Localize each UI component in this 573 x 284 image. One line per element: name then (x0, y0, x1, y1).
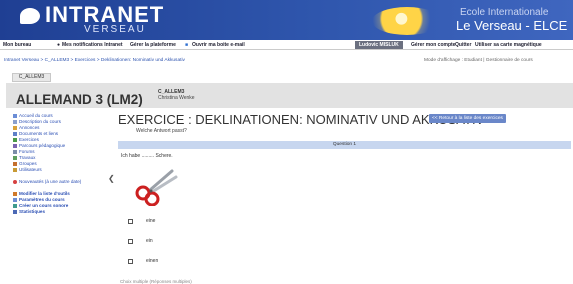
sidebar-item-label: Nouveautés (à une autre date) (19, 179, 82, 184)
exercise-description: Welche Antwort passt? (136, 128, 187, 134)
users-icon (13, 167, 17, 172)
sidebar-item-label: Statistiques (19, 209, 46, 214)
home-icon (13, 113, 17, 118)
sidebar-item-label: Documents et liens (19, 131, 59, 136)
menu-manage-account[interactable]: Gérer mon compte (411, 40, 455, 50)
breadcrumb[interactable]: Intranet Verseau > C_ALLEM3 > Exercices … (4, 58, 185, 64)
course-teacher: Christina Wenke (158, 95, 195, 101)
announcement-icon (13, 125, 17, 130)
site-header: INTRANET VERSEAU Ecole Internationale Le… (0, 0, 573, 40)
sidebar-item-label: Parcours pédagogique (19, 143, 66, 148)
sidebar-item-label: Groupes (19, 161, 37, 166)
sidebar-item-learning-path[interactable]: Parcours pédagogique (13, 143, 65, 148)
logo-drop-icon (20, 8, 40, 24)
sidebar-item-course-settings[interactable]: Paramètres du cours (13, 197, 65, 202)
menu-notifications[interactable]: Mes notifications Intranet (62, 40, 123, 50)
sidebar-item-announcements[interactable]: Annonces (13, 125, 39, 130)
school-name-line2: Le Verseau - ELCE (456, 18, 568, 33)
sidebar-item-forums[interactable]: Forums (13, 149, 35, 154)
sidebar-item-label: Accueil du cours (19, 113, 53, 118)
sidebar-item-label: Annonces (19, 125, 40, 130)
answer-option-label: ein (146, 238, 153, 244)
sidebar-item-work[interactable]: Travaux (13, 155, 35, 160)
documents-icon (13, 131, 17, 136)
sidebar-item-label: Exercices (19, 137, 39, 142)
star-icon (13, 179, 17, 184)
settings-icon (13, 197, 17, 202)
sidebar-item-label: Description du cours (19, 119, 61, 124)
sidebar-item-statistics[interactable]: Statistiques (13, 209, 45, 214)
brand-name[interactable]: INTRANET (45, 4, 164, 26)
forum-icon (13, 149, 17, 154)
sidebar-item-edit-tools[interactable]: Modifier la liste d'outils (13, 191, 70, 196)
answer-checkbox[interactable] (128, 239, 133, 244)
answer-checkbox[interactable] (128, 259, 133, 264)
answer-checkbox[interactable] (128, 219, 133, 224)
notification-bell-icon: ● (57, 42, 61, 48)
brand-subtitle: VERSEAU (84, 24, 146, 35)
tab-course[interactable]: C_ALLEM3 (12, 73, 51, 82)
stats-icon (13, 209, 17, 214)
school-name-line1: Ecole Internationale (460, 7, 549, 18)
answer-option-label: einen (146, 258, 159, 264)
sidebar-item-exercises[interactable]: Exercices (13, 137, 39, 142)
sidebar-item-groups[interactable]: Groupes (13, 161, 37, 166)
sidebar-item-label: Utilisateurs (19, 167, 42, 172)
edit-icon (13, 191, 17, 196)
sidebar-item-label: Modifier la liste d'outils (19, 191, 70, 196)
sidebar-item-description[interactable]: Description du cours (13, 119, 61, 124)
sidebar-item-label: Forums (19, 149, 35, 154)
question-prompt: Ich habe ......... Schere. (121, 153, 173, 159)
menu-my-office[interactable]: Mon bureau (3, 40, 31, 50)
user-name-badge[interactable]: Ludovic MISLUK (355, 41, 403, 49)
groups-icon (13, 161, 17, 166)
sidebar-item-sound-course[interactable]: Créer un cours sonore (13, 203, 68, 208)
path-icon (13, 143, 17, 148)
course-title: ALLEMAND 3 (LM2) (16, 92, 143, 107)
menu-open-mailbox[interactable]: Ouvrir ma boite e-mail (192, 40, 245, 50)
exercise-icon (13, 137, 17, 142)
sidebar-item-whats-new[interactable]: Nouveautés (à une autre date) (13, 179, 81, 184)
sidebar-item-home[interactable]: Accueil du cours (13, 113, 53, 118)
answer-option-label: eine (146, 218, 156, 224)
sidebar-item-documents[interactable]: Documents et liens (13, 131, 58, 136)
scissors-icon (135, 169, 178, 206)
display-mode[interactable]: Mode d'affichage : Etudiant | Gestionnai… (424, 58, 533, 64)
sun-logo-icon (372, 7, 442, 35)
collapse-sidebar-arrow-icon[interactable]: ❮ (108, 175, 115, 183)
work-icon (13, 155, 17, 160)
sidebar-item-label: Travaux (19, 155, 36, 160)
mail-icon: ■ (185, 42, 189, 48)
menu-quit[interactable]: Quitter (455, 40, 471, 50)
question-header: Question 1 (118, 141, 571, 149)
sidebar-item-label: Paramètres du cours (19, 197, 65, 202)
top-menu-bar: Mon bureau ● Mes notifications Intranet … (0, 40, 573, 50)
description-icon (13, 119, 17, 124)
menu-magnetic-card[interactable]: Utiliser sa carte magnétique (475, 40, 542, 50)
back-to-exercises-button[interactable]: << Retour à la liste des exercices (429, 114, 506, 123)
sidebar-item-label: Créer un cours sonore (19, 203, 69, 208)
sound-icon (13, 203, 17, 208)
sidebar-item-users[interactable]: Utilisateurs (13, 167, 42, 172)
menu-manage-platform[interactable]: Gérer la plateforme (130, 40, 176, 50)
